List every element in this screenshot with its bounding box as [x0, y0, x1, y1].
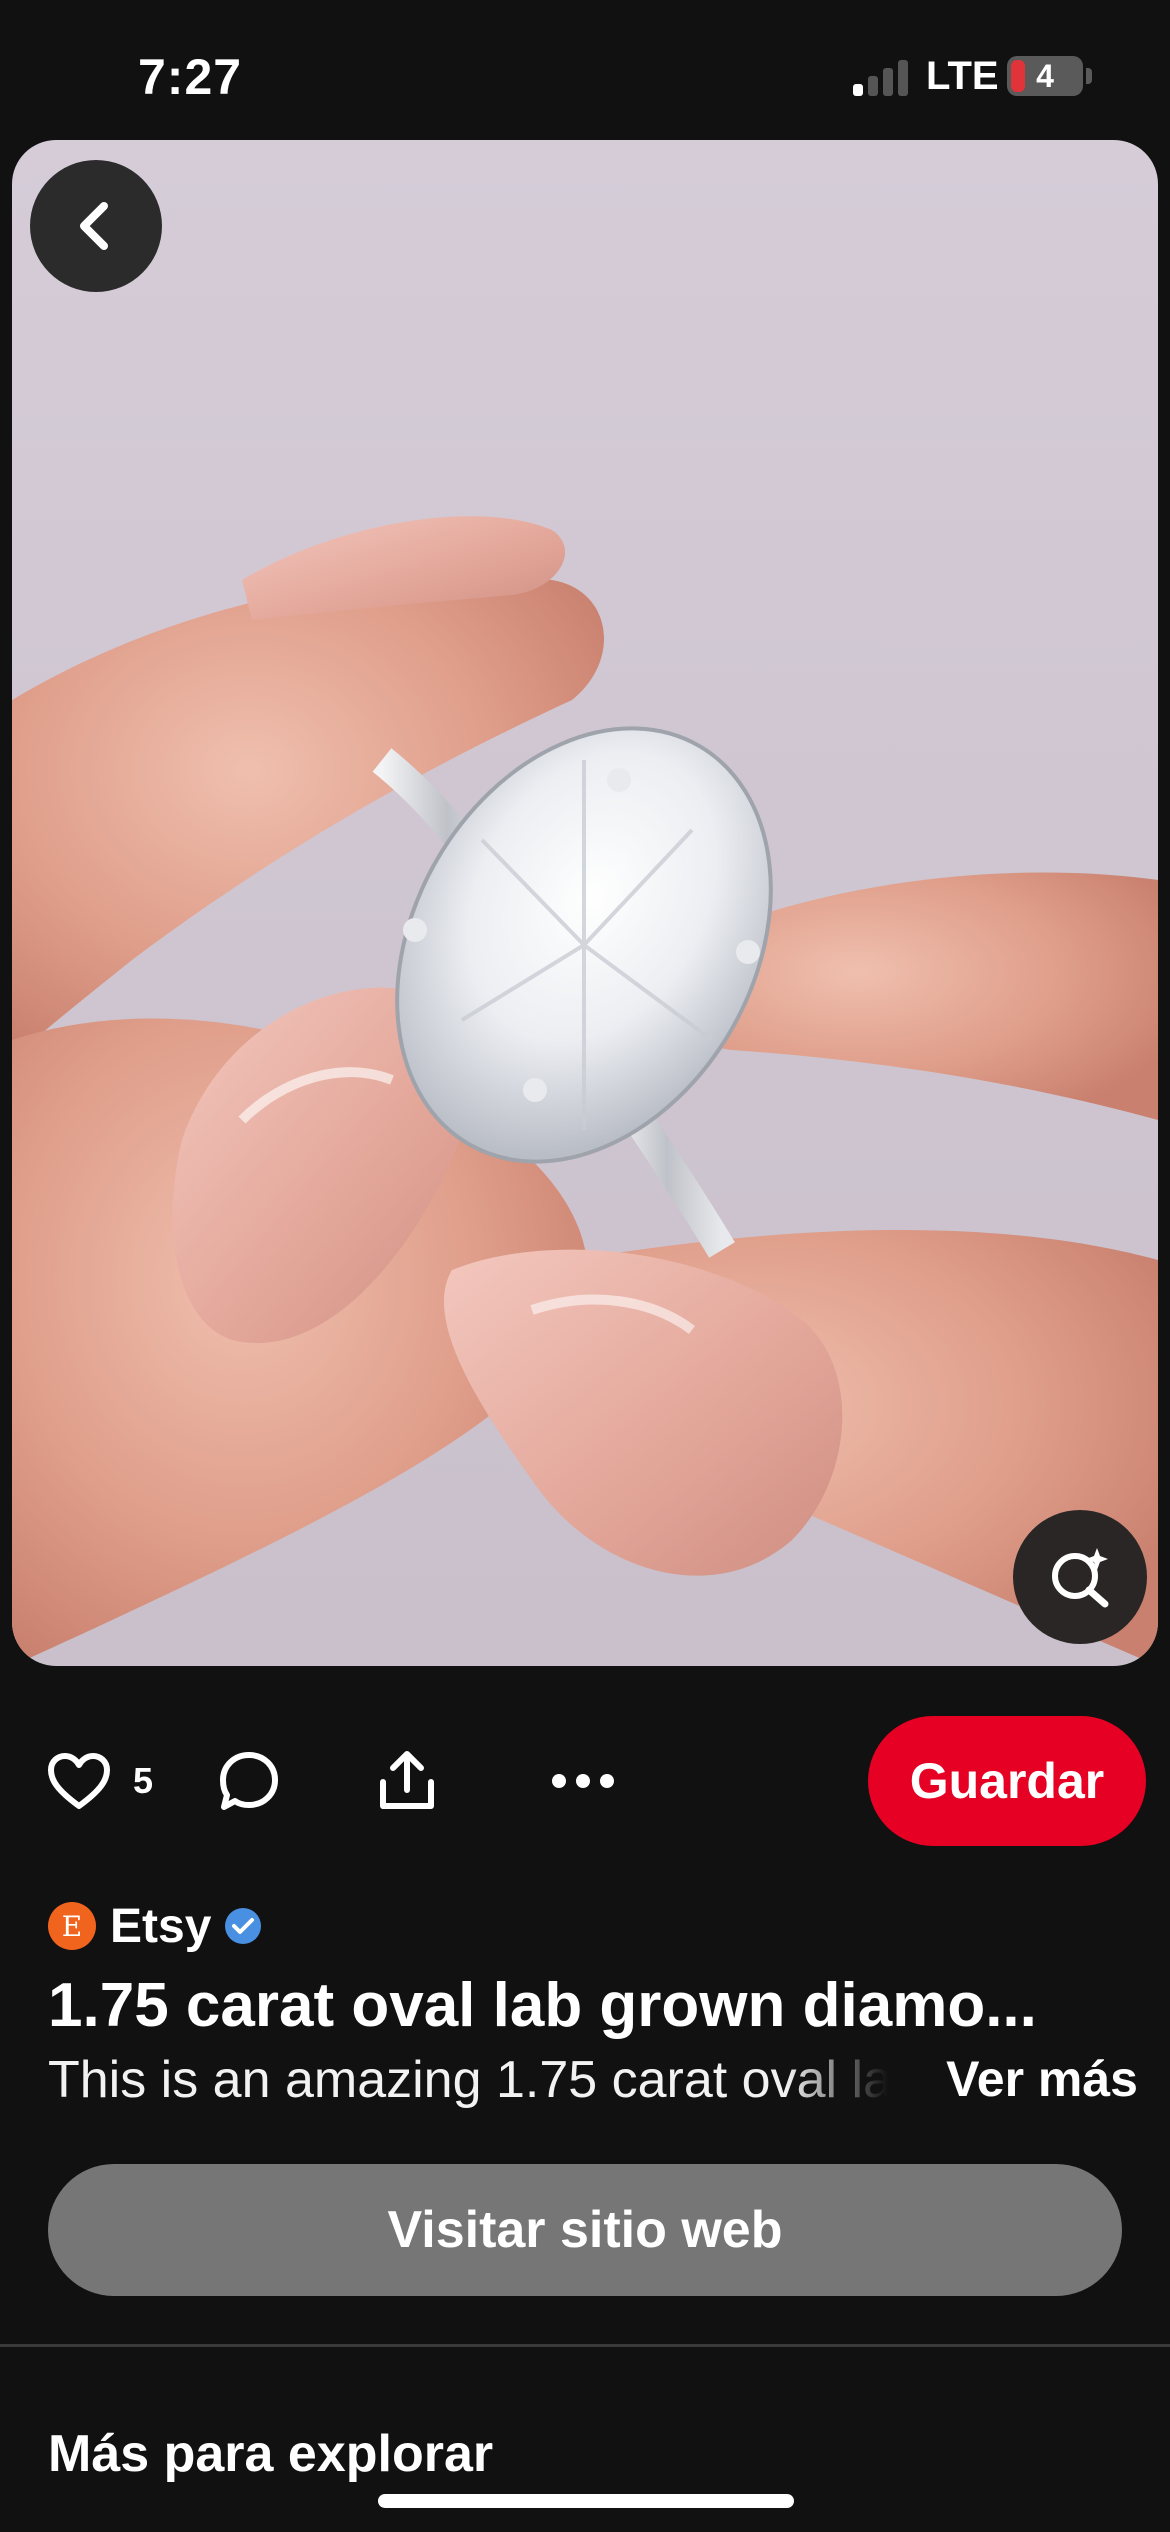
- pin-description: This is an amazing 1.75 carat oval lab g…: [48, 2051, 888, 2109]
- more-options-button[interactable]: [548, 1764, 618, 1798]
- back-button[interactable]: [30, 160, 162, 292]
- home-indicator[interactable]: [378, 2494, 794, 2508]
- share-icon: [380, 1751, 434, 1809]
- like-count: 5: [133, 1760, 154, 1801]
- more-icon: [552, 1774, 614, 1788]
- battery-icon: 4: [1007, 56, 1083, 96]
- comment-button[interactable]: [214, 1748, 284, 1814]
- description-row: This is an amazing 1.75 carat oval lab g…: [48, 2050, 1138, 2120]
- status-bar: 7:27 LTE 4: [0, 0, 1170, 140]
- source-name[interactable]: Etsy: [110, 1899, 211, 1954]
- battery-level: 4: [1036, 58, 1054, 94]
- visual-search-button[interactable]: [1013, 1510, 1147, 1644]
- divider: [0, 2344, 1170, 2347]
- pin-title: 1.75 carat oval lab grown diamo...: [48, 1971, 1037, 2040]
- see-more-link[interactable]: Ver más: [946, 2050, 1138, 2108]
- visit-website-button[interactable]: Visitar sitio web: [48, 2164, 1122, 2296]
- like-button[interactable]: [44, 1750, 114, 1812]
- pin-closeup-screen: 7:27 LTE 4 5 Guardar E Etsy 1.75 carat o…: [0, 0, 1170, 2532]
- visual-search-icon: [1052, 1548, 1109, 1608]
- signal-icon: [853, 56, 913, 96]
- heart-icon: [48, 1753, 110, 1809]
- status-time: 7:27: [138, 49, 243, 105]
- share-button[interactable]: [372, 1748, 442, 1814]
- pin-image[interactable]: [12, 140, 1158, 1666]
- pin-source[interactable]: E Etsy: [48, 1898, 263, 1954]
- comment-icon: [220, 1752, 278, 1810]
- verified-icon: [225, 1908, 262, 1944]
- save-button[interactable]: Guardar: [868, 1716, 1146, 1846]
- chevron-left-icon: [80, 202, 108, 250]
- action-bar: 5 Guardar: [0, 1716, 1170, 1846]
- ring-photo-illustration: [12, 516, 1158, 1666]
- explore-section-title: Más para explorar: [48, 2425, 494, 2483]
- network-type: LTE: [926, 54, 999, 98]
- etsy-logo-icon: E: [48, 1902, 96, 1950]
